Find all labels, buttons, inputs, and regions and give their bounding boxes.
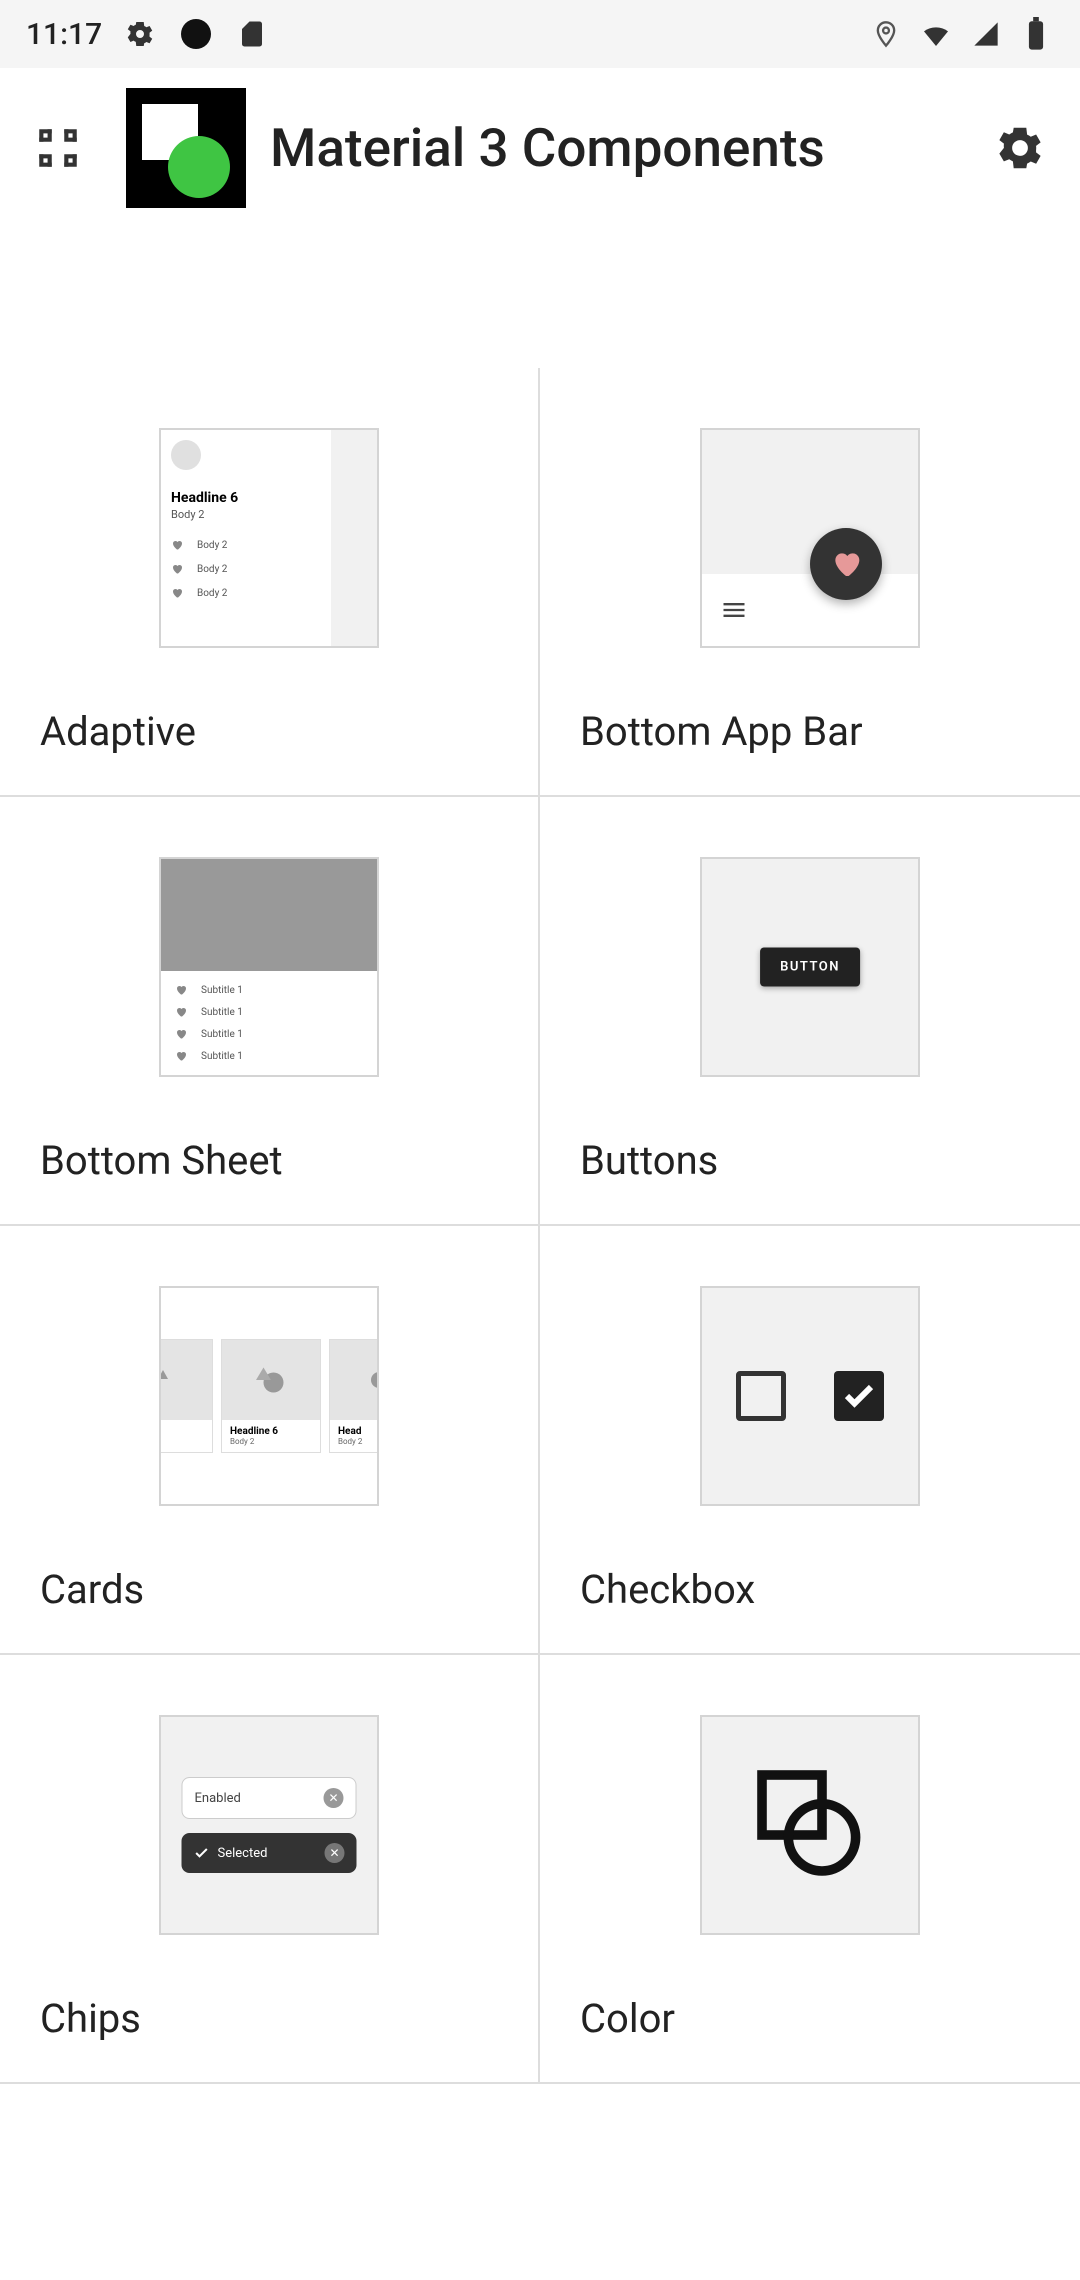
collapse-button[interactable] bbox=[30, 120, 86, 176]
item-label: Bottom Sheet bbox=[40, 1137, 498, 1184]
app-logo bbox=[126, 88, 246, 208]
preview-buttons: BUTTON bbox=[580, 837, 1040, 1137]
preview-bottom-sheet: Subtitle 1 Subtitle 1 Subtitle 1 Subtitl… bbox=[40, 837, 498, 1137]
battery-icon bbox=[1018, 16, 1054, 52]
settings-button[interactable] bbox=[990, 118, 1050, 178]
close-icon: ✕ bbox=[324, 1788, 344, 1808]
status-time: 11:17 bbox=[26, 17, 102, 52]
wifi-icon bbox=[918, 16, 954, 52]
location-icon bbox=[868, 16, 904, 52]
signal-icon bbox=[968, 16, 1004, 52]
menu-icon bbox=[720, 596, 748, 624]
grid-item-bottom-sheet[interactable]: Subtitle 1 Subtitle 1 Subtitle 1 Subtitl… bbox=[0, 797, 540, 1226]
preview-cards: 5 Headline 6Body 2 HeadBody 2 bbox=[40, 1266, 498, 1566]
status-bar: 11:17 bbox=[0, 0, 1080, 68]
grid-item-cards[interactable]: 5 Headline 6Body 2 HeadBody 2 Cards bbox=[0, 1226, 540, 1655]
item-label: Bottom App Bar bbox=[580, 708, 1040, 755]
status-left: 11:17 bbox=[26, 16, 270, 52]
shapes-icon bbox=[750, 1763, 870, 1887]
grid-item-checkbox[interactable]: Checkbox bbox=[540, 1226, 1080, 1655]
fab-icon bbox=[810, 528, 882, 600]
heart-icon bbox=[171, 563, 183, 575]
app-bar: Material 3 Components bbox=[0, 68, 1080, 228]
component-grid: Headline 6 Body 2 Body 2 Body 2 Body 2 bbox=[0, 368, 1080, 2084]
grid-item-adaptive[interactable]: Headline 6 Body 2 Body 2 Body 2 Body 2 bbox=[0, 368, 540, 797]
item-label: Cards bbox=[40, 1566, 498, 1613]
preview-bottom-app-bar bbox=[580, 408, 1040, 708]
heart-fill-icon bbox=[830, 548, 862, 580]
button-sample: BUTTON bbox=[760, 948, 860, 987]
preview-chips: Enabled ✕ Selected ✕ bbox=[40, 1695, 498, 1995]
grid-item-color[interactable]: Color bbox=[540, 1655, 1080, 2084]
item-label: Buttons bbox=[580, 1137, 1040, 1184]
grid-item-buttons[interactable]: BUTTON Buttons bbox=[540, 797, 1080, 1226]
grid-item-chips[interactable]: Enabled ✕ Selected ✕ Chips bbox=[0, 1655, 540, 2084]
chip-selected: Selected ✕ bbox=[182, 1833, 357, 1873]
checkbox-checked-icon bbox=[834, 1371, 884, 1421]
heart-icon bbox=[175, 1050, 187, 1062]
adaptive-headline: Headline 6 bbox=[171, 490, 331, 506]
sd-card-icon bbox=[234, 16, 270, 52]
circle-notif-icon bbox=[178, 16, 214, 52]
checkbox-unchecked-icon bbox=[736, 1371, 786, 1421]
preview-checkbox bbox=[580, 1266, 1040, 1566]
heart-icon bbox=[171, 539, 183, 551]
heart-icon bbox=[175, 1006, 187, 1018]
heart-icon bbox=[171, 587, 183, 599]
adaptive-body: Body 2 bbox=[171, 508, 331, 521]
preview-adaptive: Headline 6 Body 2 Body 2 Body 2 Body 2 bbox=[40, 408, 498, 708]
check-icon bbox=[194, 1845, 210, 1861]
app-title: Material 3 Components bbox=[270, 117, 990, 179]
item-label: Adaptive bbox=[40, 708, 498, 755]
status-right bbox=[868, 16, 1054, 52]
grid-item-bottom-app-bar[interactable]: Bottom App Bar bbox=[540, 368, 1080, 797]
shape-icon bbox=[367, 1368, 379, 1392]
gear-notif-icon bbox=[122, 16, 158, 52]
item-label: Color bbox=[580, 1995, 1040, 2042]
heart-icon bbox=[175, 984, 187, 996]
chip-enabled: Enabled ✕ bbox=[182, 1777, 357, 1819]
shape-icon bbox=[159, 1368, 175, 1392]
item-label: Chips bbox=[40, 1995, 498, 2042]
heart-icon bbox=[175, 1028, 187, 1040]
item-label: Checkbox bbox=[580, 1566, 1040, 1613]
close-icon: ✕ bbox=[325, 1843, 345, 1863]
shape-icon bbox=[256, 1365, 286, 1395]
preview-color bbox=[580, 1695, 1040, 1995]
